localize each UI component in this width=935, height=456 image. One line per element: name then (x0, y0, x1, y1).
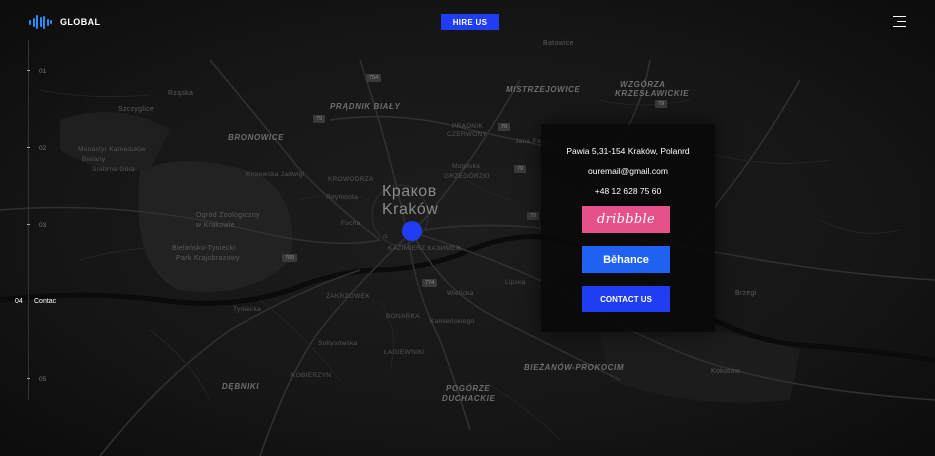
landmark-icon: ⌂ (383, 233, 388, 240)
behance-logo-text: Bēhance (603, 253, 649, 266)
soundwave-logo-icon (29, 15, 52, 29)
hire-us-button[interactable]: HIRE US (441, 14, 499, 30)
nav-tick (27, 70, 30, 71)
nav-tick (27, 224, 30, 225)
side-nav-item-05[interactable]: 05 (26, 374, 106, 384)
logo[interactable]: GLOBAL (29, 15, 100, 29)
dribbble-logo-text: dribbble (597, 212, 655, 227)
hamburger-menu-icon[interactable] (893, 16, 906, 27)
side-nav-item-02[interactable]: 02 (26, 143, 106, 153)
dribbble-button[interactable]: dribbble (582, 206, 670, 233)
nav-tick (27, 147, 30, 148)
contact-email[interactable]: ouremail@gmail.com (541, 166, 715, 176)
nav-label: Contac (34, 297, 57, 305)
nav-number: 01 (39, 67, 47, 75)
nav-number: 05 (39, 375, 47, 383)
contact-card: Pawia 5,31-154 Kraków, Polanrd ouremail@… (541, 124, 715, 332)
nav-number: 02 (39, 144, 47, 152)
side-nav-item-04-active[interactable]: 04 Contac (15, 296, 106, 306)
contact-us-label: CONTACT US (600, 294, 652, 304)
map-city-cyrillic: Краков (382, 183, 437, 200)
nav-number: 03 (39, 221, 47, 229)
location-marker[interactable] (402, 221, 422, 241)
side-nav-item-03[interactable]: 03 (26, 220, 106, 230)
map-background[interactable]: Rząska Szczyglice PRĄDNIK BIAŁY MISTRZEJ… (0, 0, 935, 456)
logo-text: GLOBAL (60, 17, 101, 27)
map-city-latin: Kraków (382, 201, 439, 218)
nav-number: 04 (15, 297, 23, 305)
contact-address: Pawia 5,31-154 Kraków, Polanrd (566, 146, 690, 156)
nav-tick (27, 378, 30, 379)
side-nav-item-01[interactable]: 01 (26, 66, 106, 76)
contact-phone[interactable]: +48 12 628 75 60 (541, 186, 715, 196)
contact-us-button[interactable]: CONTACT US (582, 286, 670, 312)
behance-button[interactable]: Bēhance (582, 246, 670, 273)
